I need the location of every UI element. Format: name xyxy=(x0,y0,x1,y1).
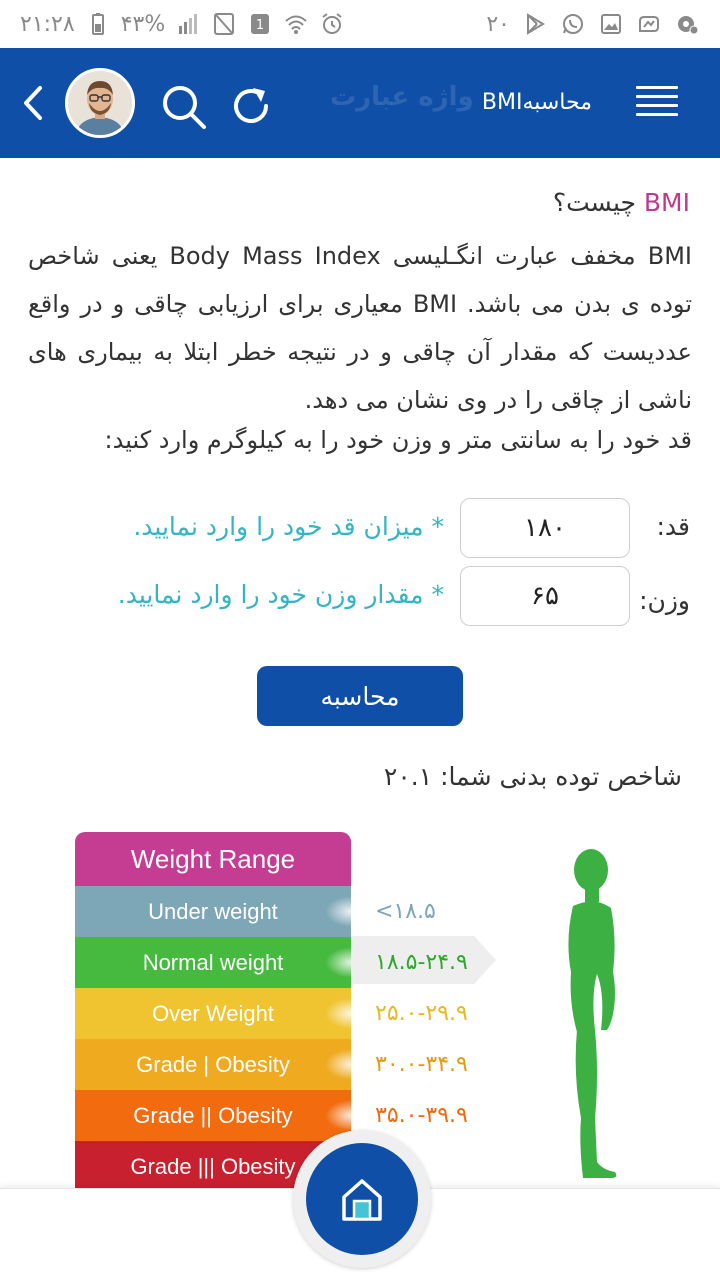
calculate-button[interactable]: محاسبه xyxy=(257,666,463,726)
alarm-icon xyxy=(319,11,345,37)
app-watermark: واژه عبارت xyxy=(330,82,474,112)
app-notification-icon xyxy=(636,11,662,37)
bmi-calculator-screen: ۲۱:۲۸ ۴۳% 1 ۲۰ واژه عبارت محاسبهBMI BMI … xyxy=(0,0,720,1280)
settings-notification-icon xyxy=(674,11,700,37)
weight-range-row: Over Weight xyxy=(75,988,351,1039)
play-store-icon xyxy=(522,11,548,37)
gallery-icon xyxy=(598,11,624,37)
no-sim-icon xyxy=(211,11,237,37)
refresh-icon xyxy=(234,88,268,123)
user-avatar-icon xyxy=(68,71,132,135)
whatsapp-icon xyxy=(560,11,586,37)
sim-slot-number: 1 xyxy=(256,18,264,33)
weight-range-title: Weight Range xyxy=(75,832,351,886)
sim-slot-icon: 1 xyxy=(247,11,273,37)
search-button[interactable] xyxy=(160,83,208,131)
instruction-text: قد خود را به سانتی متر و وزن خود را به ک… xyxy=(104,426,692,454)
status-bar-right: ۲۰ xyxy=(486,8,700,40)
heading-rest: چیست؟ xyxy=(552,188,644,217)
heading-bmi: BMI xyxy=(643,188,690,217)
weight-label: وزن: xyxy=(639,586,690,615)
page-title: محاسبهBMI xyxy=(481,90,592,115)
signal-icon xyxy=(175,11,201,37)
weight-range-value: ۳۰.۰-۳۴.۹ xyxy=(375,1052,468,1077)
weight-range-value: <۱۸.۵ xyxy=(375,899,436,924)
main-content: BMI چیست؟ BMI مخفف عبارت انگـلیسی Body M… xyxy=(0,158,720,1192)
result-value: ۲۰.۱ xyxy=(383,762,433,791)
weight-range-row: Grade | Obesity xyxy=(75,1039,351,1090)
bmi-result: شاخص توده بدنی شما: ۲۰.۱ xyxy=(384,762,682,791)
weight-range-value: ۱۸.۵-۲۴.۹ xyxy=(375,950,468,975)
menu-button[interactable] xyxy=(636,86,678,118)
refresh-button[interactable] xyxy=(228,83,274,129)
weight-hint: * مقدار وزن خود را وارد نمایید. xyxy=(117,580,444,609)
weight-range-value: ۳۵.۰-۳۹.۹ xyxy=(375,1103,468,1128)
chevron-left-icon xyxy=(24,86,42,120)
back-button[interactable] xyxy=(14,82,54,124)
section-heading: BMI چیست؟ xyxy=(553,188,690,217)
app-bar: واژه عبارت محاسبهBMI xyxy=(0,48,720,158)
home-button[interactable] xyxy=(306,1143,418,1255)
bmi-description: BMI مخفف عبارت انگـلیسی Body Mass Index … xyxy=(28,242,693,414)
weight-range-rows: Under weight Normal weight Over Weight Grad… xyxy=(75,886,351,1192)
weight-input[interactable] xyxy=(460,566,630,626)
weight-range-table: Weight Range Under weight Normal weight Ov… xyxy=(75,832,351,1192)
wifi-icon xyxy=(283,11,309,37)
status-bar-left: ۲۱:۲۸ ۴۳% 1 xyxy=(20,8,345,40)
status-bar: ۲۱:۲۸ ۴۳% 1 ۲۰ xyxy=(0,0,720,48)
weight-row: وزن: * مقدار وزن خود را وارد نمایید. xyxy=(0,566,720,628)
weight-range-value: ۲۵.۰-۲۹.۹ xyxy=(375,1001,468,1026)
notification-count: ۲۰ xyxy=(486,11,510,37)
battery-icon xyxy=(85,11,111,37)
avatar[interactable] xyxy=(65,68,135,138)
menu-icon xyxy=(636,86,678,116)
height-input[interactable] xyxy=(460,498,630,558)
weight-range-row: Grade || Obesity xyxy=(75,1090,351,1141)
body-silhouette-icon xyxy=(568,849,617,1178)
search-icon xyxy=(163,86,206,129)
battery-percent: ۴۳% xyxy=(120,11,166,37)
height-hint: * میزان قد خود را وارد نمایید. xyxy=(133,512,444,541)
height-label: قد: xyxy=(656,512,691,541)
clock: ۲۱:۲۸ xyxy=(20,11,75,37)
height-row: قد: * میزان قد خود را وارد نمایید. xyxy=(0,498,720,560)
home-icon xyxy=(342,1179,382,1221)
result-label: شاخص توده بدنی شما: xyxy=(440,762,682,791)
weight-range-row: Under weight xyxy=(75,886,351,937)
weight-range-row: Normal weight xyxy=(75,937,351,988)
